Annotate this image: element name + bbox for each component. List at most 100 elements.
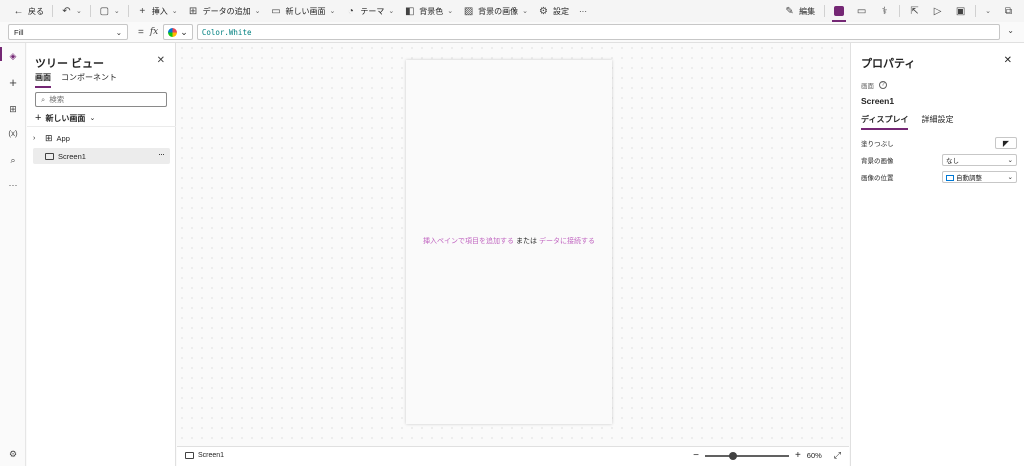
paste-button[interactable]: ▢ ⌄ — [94, 0, 125, 22]
palette-icon: ◔ — [347, 5, 354, 17]
plus-icon: + — [139, 5, 146, 17]
settings-button[interactable]: ⚙ 設定 — [533, 0, 574, 22]
add-data-button[interactable]: ⊞ データの追加 ⌄ — [183, 0, 266, 22]
tab-display[interactable]: ディスプレイ — [861, 114, 909, 130]
app-checker-button[interactable]: ⚕ — [873, 0, 896, 22]
control-name[interactable]: Screen1 — [861, 96, 894, 106]
chevron-down-icon[interactable]: ⌄ — [76, 7, 82, 15]
background-image-label: 背景の画像 — [861, 157, 894, 165]
chevron-down-icon: ⌄ — [254, 8, 261, 15]
screen-artboard[interactable]: 挿入ペインで項目を追加する または データに接続する — [406, 60, 612, 424]
play-button[interactable]: ▷ — [926, 0, 949, 22]
insert-button[interactable]: + 挿入 ⌄ — [132, 0, 183, 22]
screen-icon — [45, 152, 54, 160]
background-image-value: なし — [946, 157, 959, 165]
more-icon[interactable]: ··· — [7, 179, 19, 191]
back-button[interactable]: ← 戻る — [8, 0, 49, 22]
clipboard-icon: ▢ — [99, 5, 110, 17]
divider — [899, 5, 901, 17]
data-table-icon[interactable]: ⊞ — [7, 103, 19, 115]
undo-icon: ↶ — [62, 5, 71, 17]
fill-label: 塗りつぶし — [861, 140, 894, 148]
command-bar-right: ✎ 編集 ▭ ⚕ ⇱ ▷ ▣ ⌄ ⧉ — [778, 0, 1020, 22]
tree-node-app[interactable]: › ⊞ App — [33, 130, 170, 146]
back-label: 戻る — [28, 6, 44, 16]
image-position-dropdown[interactable]: 自動調整 ⌄ — [942, 170, 1017, 183]
connect-data-link[interactable]: データに接続する — [539, 238, 595, 245]
settings-gear-icon[interactable]: ⚙ — [7, 448, 19, 460]
properties-tabs: ディスプレイ 詳細設定 — [861, 114, 953, 130]
edit-label: 編集 — [799, 6, 816, 16]
properties-panel: プロパティ ✕ 画面 ? Screen1 ディスプレイ 詳細設定 塗りつぶし ◤… — [850, 43, 1024, 466]
image-icon: ▨ — [463, 5, 474, 17]
formula-input[interactable]: Color.White — [196, 24, 1000, 40]
expand-formula-icon[interactable]: ⌄ — [1007, 26, 1014, 35]
background-image-label: 背景の画像 — [478, 6, 519, 16]
chevron-down-icon: ⌄ — [89, 115, 96, 122]
equals-sign: = — [138, 26, 144, 38]
zoom-in-icon[interactable]: + — [795, 450, 801, 461]
tab-components[interactable]: コンポーネント — [61, 72, 117, 88]
tab-advanced[interactable]: 詳細設定 — [921, 114, 953, 130]
image-position-row: 画像の位置 自動調整 ⌄ — [861, 170, 1017, 183]
share-button[interactable]: ⇱ — [903, 0, 926, 22]
undo-button[interactable]: ↶ ⌄ — [56, 0, 87, 22]
design-canvas[interactable]: 挿入ペインで項目を追加する または データに接続する — [177, 43, 849, 446]
chevron-down-icon: ⌄ — [115, 27, 122, 37]
zoom-slider[interactable] — [704, 451, 789, 461]
tree-node-screen1[interactable]: Screen1 ··· — [33, 148, 170, 164]
chevron-right-icon[interactable]: › — [33, 135, 41, 142]
power-apps-button[interactable] — [828, 0, 850, 22]
save-options-button[interactable]: ⌄ — [979, 0, 997, 22]
fill-row: 塗りつぶし ◤ — [861, 136, 1017, 149]
close-icon[interactable]: ✕ — [157, 55, 165, 66]
settings-label: 設定 — [553, 6, 569, 16]
chevron-down-icon: ⌄ — [522, 8, 528, 15]
play-icon: ▷ — [933, 5, 942, 17]
chevron-down-icon[interactable]: ⌄ — [114, 7, 120, 15]
search-icon[interactable]: ⌕ — [7, 154, 19, 166]
screen-add-icon: ▭ — [271, 5, 281, 17]
insert-pane-link[interactable]: 挿入ペインで項目を追加する — [423, 238, 514, 245]
search-placeholder: 検索 — [49, 95, 65, 104]
left-rail: ◈ + ⊞ (x) ⌕ ··· ⚙ — [0, 43, 26, 466]
tree-search-field[interactable]: ⌕ 検索 — [35, 92, 167, 107]
layers-icon[interactable]: ◈ — [7, 50, 19, 62]
help-icon[interactable]: ? — [879, 81, 887, 89]
more-commands-button[interactable]: ··· — [574, 0, 592, 22]
background-color-button[interactable]: ◧ 背景色 ⌄ — [399, 0, 458, 22]
zoom-out-icon[interactable]: − — [693, 450, 699, 461]
tab-screens[interactable]: 画面 — [35, 72, 51, 88]
node-label: Screen1 — [58, 151, 86, 161]
background-image-button[interactable]: ▨ 背景の画像 ⌄ — [458, 0, 533, 22]
theme-button[interactable]: ◔ テーマ ⌄ — [340, 0, 399, 22]
screen-selector[interactable]: Screen1 — [185, 452, 224, 459]
more-options-icon[interactable]: ··· — [158, 149, 165, 159]
empty-screen-hint: 挿入ペインで項目を追加する または データに接続する — [406, 236, 612, 246]
properties-title: プロパティ — [861, 58, 916, 70]
divider — [52, 5, 53, 17]
edit-button[interactable]: ✎ 編集 — [778, 0, 821, 22]
hint-or: または — [516, 238, 537, 245]
image-position-label: 画像の位置 — [861, 174, 894, 182]
insert-plus-icon[interactable]: + — [7, 76, 19, 89]
canvas-status-bar: Screen1 − + 60% ⤢ — [177, 446, 849, 466]
color-picker-button[interactable]: ⌄ — [163, 24, 193, 40]
slider-thumb[interactable] — [728, 451, 737, 460]
new-screen-menu[interactable]: + 新しい画面 ⌄ — [35, 112, 95, 124]
variables-icon[interactable]: (x) — [7, 128, 19, 140]
share-icon: ⇱ — [910, 5, 919, 17]
arrow-left-icon: ← — [13, 5, 24, 17]
fit-to-window-icon[interactable]: ⤢ — [834, 450, 841, 461]
power-apps-icon — [834, 6, 845, 16]
comments-button[interactable]: ▭ — [850, 0, 873, 22]
publish-button[interactable]: ⧉ — [997, 0, 1020, 22]
background-image-dropdown[interactable]: なし ⌄ — [942, 153, 1017, 166]
property-dropdown[interactable]: Fill ⌄ — [8, 24, 128, 40]
control-kind-label: 画面 — [861, 83, 874, 90]
new-screen-button[interactable]: ▭ 新しい画面 ⌄ — [266, 0, 341, 22]
save-button[interactable]: ▣ — [949, 0, 972, 22]
fill-color-button[interactable]: ◤ — [995, 136, 1017, 149]
database-icon: ⊞ — [188, 5, 198, 17]
close-icon[interactable]: ✕ — [1004, 55, 1012, 66]
